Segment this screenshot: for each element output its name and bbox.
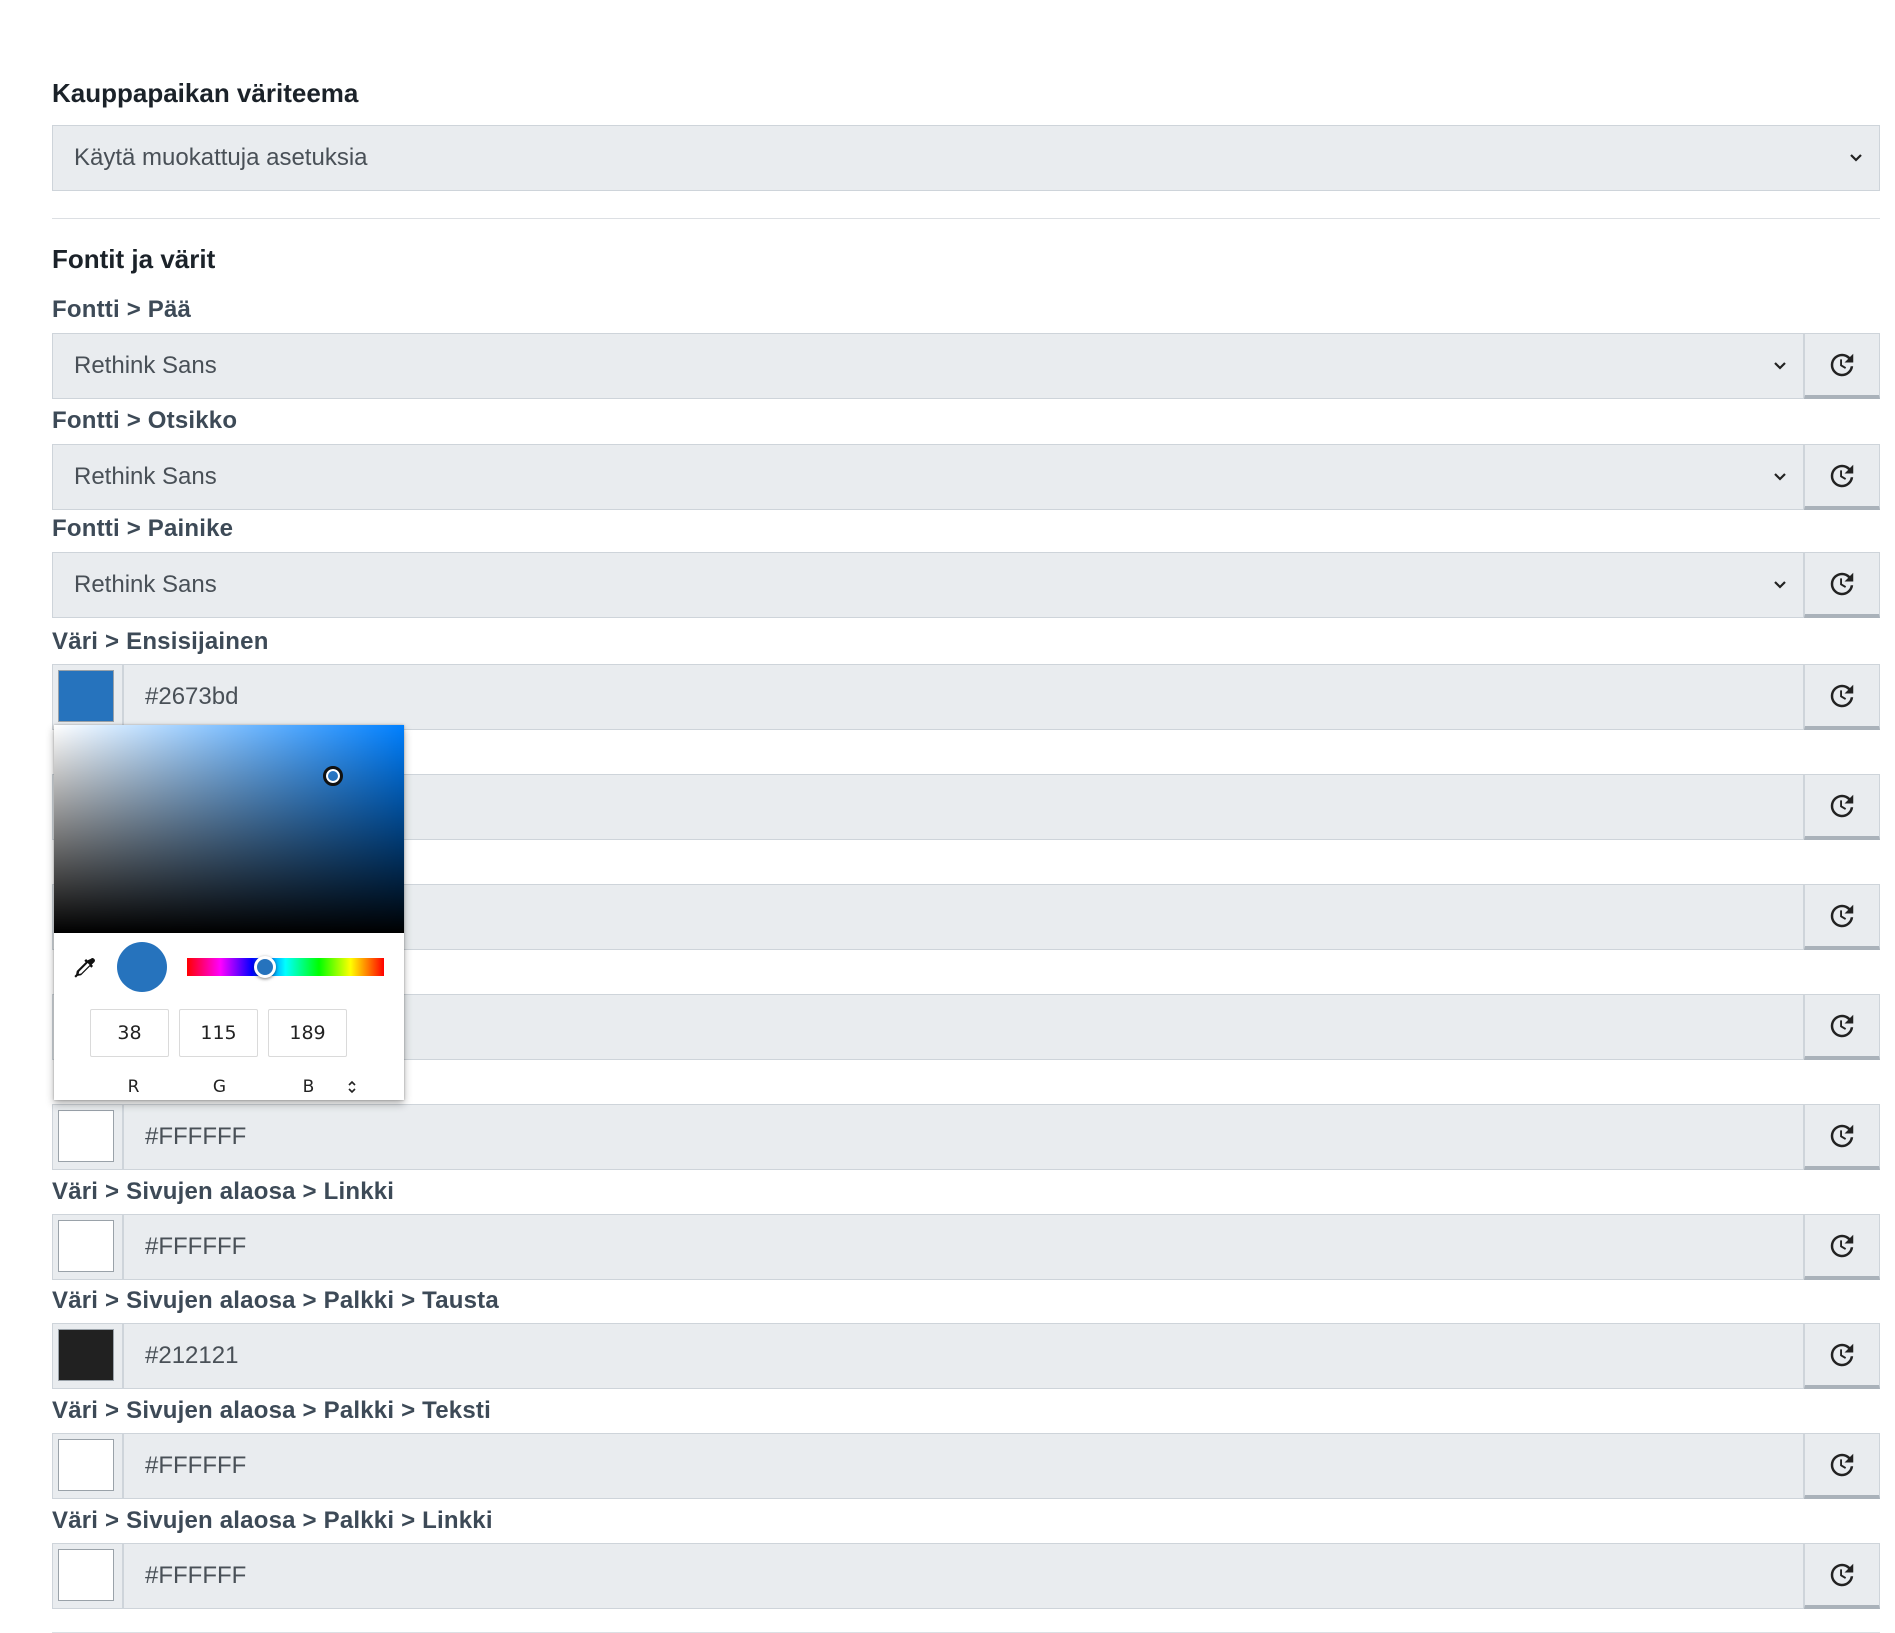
font-field-label: Fontti > Pää — [52, 296, 192, 323]
history-icon — [1830, 1124, 1854, 1147]
blue-input[interactable]: 189 — [268, 1009, 347, 1057]
history-icon — [1830, 1563, 1854, 1586]
chevron-down-icon — [1850, 154, 1862, 162]
color-field-label: Väri > Sivujen alaosa > Linkki — [52, 1178, 395, 1205]
color-field-label: Väri > Sivujen alaosa > Palkki > Linkki — [52, 1507, 493, 1534]
color-hex-input[interactable]: #2673bd — [123, 664, 1804, 730]
theme-select[interactable]: Käytä muokattuja asetuksia — [52, 125, 1880, 191]
color-hex-value: #FFFFFF — [145, 1562, 247, 1589]
color-field-label: Väri > Ensisijainen — [52, 628, 269, 655]
font-field-label: Fontti > Painike — [52, 515, 234, 542]
history-icon — [1830, 353, 1854, 376]
hue-slider[interactable] — [187, 958, 384, 976]
color-swatch — [58, 1329, 114, 1381]
color-hex-input[interactable]: #FFFFFF — [123, 1543, 1804, 1609]
font-field-label: Fontti > Otsikko — [52, 407, 238, 434]
color-swatch — [58, 1439, 114, 1491]
color-swatch-button[interactable] — [52, 1433, 123, 1499]
chevron-down-icon — [1774, 362, 1786, 370]
red-label: R — [127, 1077, 140, 1097]
color-swatch — [58, 670, 114, 722]
color-hex-input[interactable]: #212121 — [123, 1323, 1804, 1389]
theme-heading: Kauppapaikan väriteema — [52, 78, 359, 108]
green-input[interactable]: 115 — [179, 1009, 258, 1057]
font-select-value: Rethink Sans — [74, 463, 217, 490]
color-swatch-button[interactable] — [52, 1543, 123, 1609]
color-hex-input[interactable]: #FFFFFF — [123, 1433, 1804, 1499]
eyedropper-icon[interactable] — [72, 956, 98, 982]
color-preview — [117, 942, 167, 992]
reset-button[interactable] — [1804, 664, 1880, 730]
font-select[interactable]: Rethink Sans — [52, 444, 1804, 510]
reset-button[interactable] — [1804, 884, 1880, 950]
reset-button[interactable] — [1804, 444, 1880, 510]
color-hex-value: #2673bd — [145, 683, 239, 710]
fonts-colors-heading: Fontit ja värit — [52, 244, 216, 274]
color-hex-value: #FFFFFF — [145, 1123, 247, 1150]
history-icon — [1830, 1234, 1854, 1257]
color-swatch-button[interactable] — [52, 664, 123, 730]
hue-slider-handle[interactable] — [254, 956, 276, 978]
reset-button[interactable] — [1804, 1323, 1880, 1389]
font-select[interactable]: Rethink Sans — [52, 552, 1804, 618]
font-select-value: Rethink Sans — [74, 571, 217, 598]
color-swatch — [58, 1110, 114, 1162]
reset-button[interactable] — [1804, 552, 1880, 618]
red-input[interactable]: 38 — [90, 1009, 169, 1057]
reset-button[interactable] — [1804, 1104, 1880, 1170]
blue-label: B — [302, 1077, 315, 1097]
green-label: G — [212, 1077, 227, 1097]
color-hex-value: #FFFFFF — [145, 1233, 247, 1260]
history-icon — [1830, 904, 1854, 927]
history-icon — [1830, 464, 1854, 487]
color-swatch — [58, 1549, 114, 1601]
chevron-down-icon — [1774, 581, 1786, 589]
color-hex-value: #FFFFFF — [145, 1452, 247, 1479]
theme-select-value: Käytä muokattuja asetuksia — [74, 144, 368, 171]
saturation-handle[interactable] — [323, 766, 343, 786]
saturation-area[interactable] — [54, 725, 404, 933]
font-select-value: Rethink Sans — [74, 352, 217, 379]
color-swatch-button[interactable] — [52, 1214, 123, 1280]
chevron-down-icon — [1774, 473, 1786, 481]
reset-button[interactable] — [1804, 774, 1880, 840]
section-divider — [52, 218, 1880, 219]
reset-button[interactable] — [1804, 1543, 1880, 1609]
history-icon — [1830, 794, 1854, 817]
color-picker-popover[interactable]: 38 115 189 R G B — [54, 725, 404, 1100]
reset-button[interactable] — [1804, 333, 1880, 399]
up-down-arrows-icon[interactable] — [346, 1079, 358, 1095]
color-swatch-button[interactable] — [52, 1323, 123, 1389]
color-swatch-button[interactable] — [52, 1104, 123, 1170]
history-icon — [1830, 1343, 1854, 1366]
color-field-label: Väri > Sivujen alaosa > Palkki > Tausta — [52, 1287, 499, 1314]
reset-button[interactable] — [1804, 1214, 1880, 1280]
history-icon — [1830, 684, 1854, 707]
color-swatch — [58, 1220, 114, 1272]
history-icon — [1830, 1014, 1854, 1037]
history-icon — [1830, 572, 1854, 595]
font-select[interactable]: Rethink Sans — [52, 333, 1804, 399]
reset-button[interactable] — [1804, 994, 1880, 1060]
color-hex-input[interactable]: #FFFFFF — [123, 1214, 1804, 1280]
history-icon — [1830, 1453, 1854, 1476]
reset-button[interactable] — [1804, 1433, 1880, 1499]
color-field-label: Väri > Sivujen alaosa > Palkki > Teksti — [52, 1397, 491, 1424]
color-hex-input[interactable]: #FFFFFF — [123, 1104, 1804, 1170]
color-hex-value: #212121 — [145, 1342, 239, 1369]
